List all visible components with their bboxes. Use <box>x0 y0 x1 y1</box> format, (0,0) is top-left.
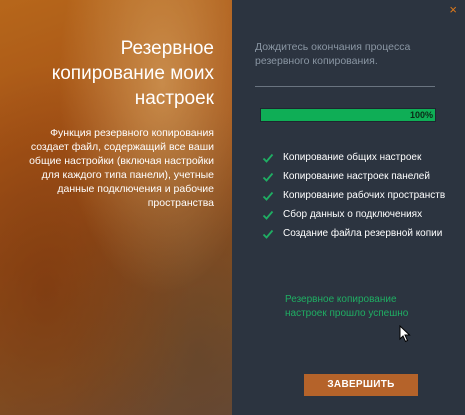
list-item: Копирование общих настроек <box>262 151 447 164</box>
finish-button[interactable]: ЗАВЕРШИТЬ <box>304 374 418 396</box>
check-icon <box>262 210 274 220</box>
list-item: Копирование рабочих пространств <box>262 189 447 202</box>
check-icon <box>262 191 274 201</box>
list-item: Сбор данных о подключениях <box>262 208 447 221</box>
wait-message: Дождитесь окончания процесса резервного … <box>255 41 411 67</box>
step-label: Создание файла резервной копии <box>283 228 443 239</box>
dialog-description: Функция резервного копирования создает ф… <box>29 127 214 209</box>
step-label: Сбор данных о подключениях <box>283 209 423 220</box>
progress-bar: 100% <box>260 108 436 122</box>
mouse-cursor-icon <box>399 325 411 343</box>
divider <box>255 86 435 87</box>
autumn-background-image: Резервное копирование моих настроек Функ… <box>0 0 232 415</box>
step-label: Копирование общих настроек <box>283 152 422 163</box>
check-icon <box>262 153 274 163</box>
progress-label: 100% <box>409 110 433 120</box>
step-label: Копирование настроек панелей <box>283 171 430 182</box>
steps-list: Копирование общих настроек Копирование н… <box>262 151 447 246</box>
backup-dialog: Резервное копирование моих настроек Функ… <box>0 0 465 415</box>
dialog-title: Резервное копирование моих настроек <box>51 38 214 109</box>
progress-panel: × Дождитесь окончания процесса резервног… <box>232 0 465 415</box>
list-item: Создание файла резервной копии <box>262 227 447 240</box>
success-message: Резервное копирование настроек прошло ус… <box>285 294 409 319</box>
step-label: Копирование рабочих пространств <box>283 190 446 201</box>
check-icon <box>262 172 274 182</box>
check-icon <box>262 229 274 239</box>
progress-fill <box>261 109 435 121</box>
close-icon[interactable]: × <box>449 2 457 17</box>
list-item: Копирование настроек панелей <box>262 170 447 183</box>
